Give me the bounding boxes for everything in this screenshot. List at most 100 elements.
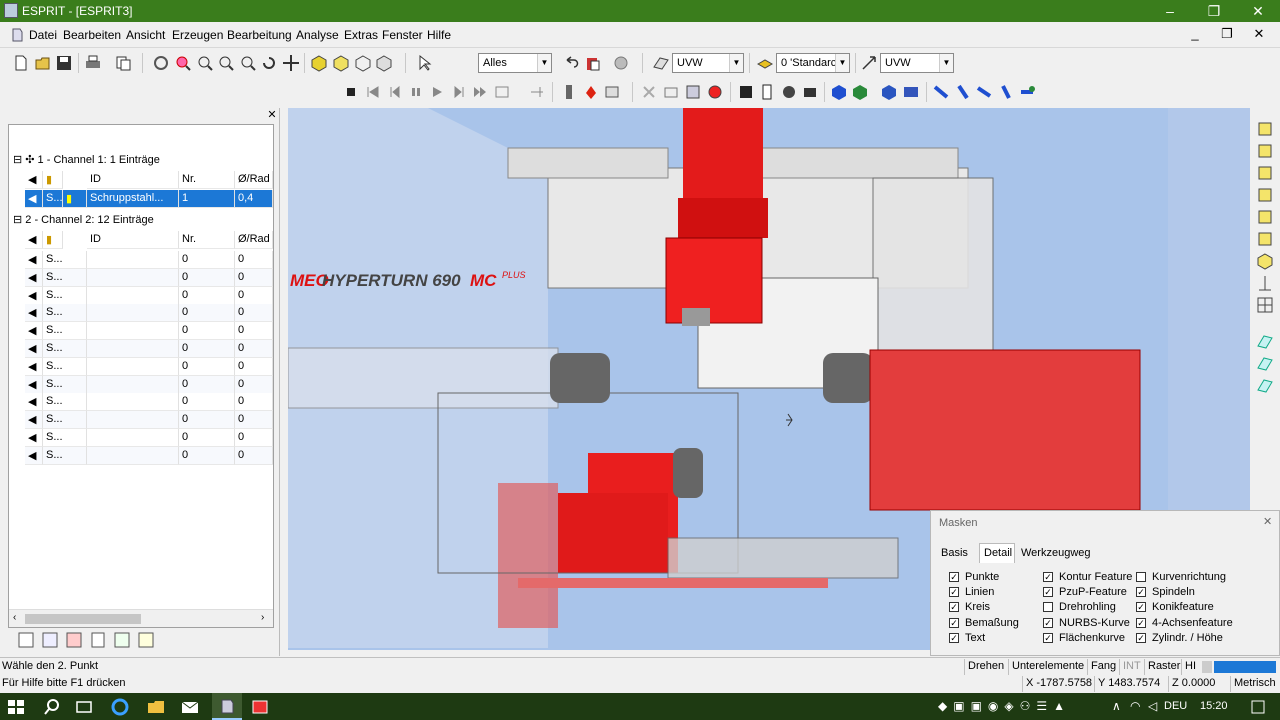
- layer-combo[interactable]: 0 'Standarc ▼: [776, 53, 850, 73]
- checkbox-col3-4[interactable]: ✓: [1136, 632, 1146, 643]
- menu-bearbeiten[interactable]: Bearbeiten: [63, 28, 121, 42]
- red-tool-icon[interactable]: [582, 83, 600, 101]
- checkbox-col2-2[interactable]: [1043, 602, 1053, 613]
- shade-solid-icon[interactable]: [310, 54, 328, 72]
- arrow-op-icon-2[interactable]: [954, 83, 972, 101]
- tool-icon[interactable]: [560, 83, 578, 101]
- tab-tools-icon[interactable]: [42, 632, 58, 648]
- checkbox-col2-1[interactable]: ✓: [1043, 587, 1053, 598]
- tab-werkzeugweg[interactable]: Werkzeugweg: [1021, 547, 1091, 559]
- save-icon[interactable]: [55, 54, 73, 72]
- task-view-icon[interactable]: [74, 697, 94, 717]
- table-row[interactable]: ◀ S... 0 0: [25, 393, 273, 412]
- record-icon[interactable]: [612, 54, 630, 72]
- rotate-view-icon[interactable]: [152, 54, 170, 72]
- sim-step-icon[interactable]: [528, 83, 546, 101]
- zoom-icon[interactable]: [196, 54, 214, 72]
- scroll-thumb[interactable]: [25, 614, 141, 624]
- status-unterelemente[interactable]: Unterelemente: [1008, 659, 1087, 675]
- table-row[interactable]: ◀ S... 0 0: [25, 322, 273, 341]
- blue-cube-icon[interactable]: [830, 83, 848, 101]
- esprit-viewer-icon[interactable]: [250, 697, 270, 717]
- checkbox-col2-4[interactable]: ✓: [1043, 632, 1053, 643]
- refresh-icon[interactable]: [260, 54, 278, 72]
- filter-combo[interactable]: Alles ▼: [478, 53, 552, 73]
- menu-analyse[interactable]: Analyse: [296, 28, 339, 42]
- table-row[interactable]: ◀ S... ▮ Schruppstahl... 1 0,4: [25, 190, 273, 208]
- undo-icon[interactable]: [562, 54, 580, 72]
- workplane-icon[interactable]: [652, 54, 670, 72]
- stop-icon[interactable]: [342, 83, 360, 101]
- grid-icon[interactable]: [1256, 296, 1274, 314]
- menu-fenster[interactable]: Fenster: [382, 28, 423, 42]
- horizontal-scrollbar[interactable]: ‹ ›: [9, 609, 273, 627]
- arrow-op-icon-5[interactable]: [1018, 83, 1036, 101]
- view-back-icon[interactable]: [1256, 230, 1274, 248]
- checkbox-col3-1[interactable]: ✓: [1136, 587, 1146, 598]
- header-nr[interactable]: Nr.: [179, 231, 235, 249]
- view-solid-icon[interactable]: [737, 83, 755, 101]
- step-forward-icon[interactable]: [450, 83, 468, 101]
- shade-icon[interactable]: [332, 54, 350, 72]
- view-outline-icon[interactable]: [758, 83, 776, 101]
- table-row[interactable]: ◀ S... 0 0: [25, 375, 273, 394]
- language-indicator[interactable]: DEU: [1164, 700, 1187, 712]
- blue-part-icon[interactable]: [880, 83, 898, 101]
- channel-1-node[interactable]: ⊟ ✣ 1 - Channel 1: 1 Einträge: [13, 153, 160, 166]
- step-back-icon[interactable]: [386, 83, 404, 101]
- volume-icon[interactable]: ◁: [1148, 699, 1157, 713]
- menu-datei[interactable]: Datei: [29, 28, 57, 42]
- menu-extras[interactable]: Extras: [344, 28, 378, 42]
- fast-forward-end-icon[interactable]: [471, 83, 489, 101]
- mdi-minimize-button[interactable]: _: [1182, 26, 1208, 44]
- status-raster[interactable]: Raster: [1144, 659, 1183, 675]
- table-row[interactable]: ◀ S... 0 0: [25, 251, 273, 269]
- arrow-op-icon-3[interactable]: [975, 83, 993, 101]
- checkbox-col1-4[interactable]: ✓: [949, 632, 959, 643]
- panel-close-icon[interactable]: ✕: [266, 110, 278, 122]
- edge-browser-icon[interactable]: [110, 697, 130, 717]
- table-row[interactable]: ◀ S... 0 0: [25, 357, 273, 376]
- cut-icon[interactable]: [640, 83, 658, 101]
- tab-project-icon[interactable]: [18, 632, 34, 648]
- layer-icon[interactable]: [756, 54, 774, 72]
- table-row[interactable]: ◀ S... 0 0: [25, 268, 273, 287]
- status-fang[interactable]: Fang: [1087, 659, 1119, 675]
- view-section-icon[interactable]: [801, 83, 819, 101]
- wifi-icon[interactable]: ◠: [1130, 699, 1140, 713]
- arrow-op-icon-4[interactable]: [997, 83, 1015, 101]
- copy-icon[interactable]: [114, 54, 132, 72]
- tray-chevron-icon[interactable]: ∧: [1112, 699, 1121, 713]
- notifications-icon[interactable]: [1248, 697, 1268, 717]
- mdi-close-button[interactable]: ✕: [1246, 26, 1272, 44]
- minimize-button[interactable]: –: [1148, 0, 1192, 22]
- header-rad[interactable]: Ø/Rad: [235, 231, 273, 249]
- paste-icon[interactable]: [584, 54, 602, 72]
- view-top-icon[interactable]: [1256, 142, 1274, 160]
- tab-operations-icon[interactable]: [114, 632, 130, 648]
- dialog-close-icon[interactable]: ✕: [1263, 515, 1272, 528]
- uvw-combo-2[interactable]: UVW ▼: [880, 53, 954, 73]
- tab-document-icon[interactable]: [90, 632, 106, 648]
- workplane-zx-icon[interactable]: [1256, 376, 1274, 394]
- file-explorer-icon[interactable]: [146, 697, 166, 717]
- checkbox-col1-0[interactable]: ✓: [949, 572, 959, 582]
- collision-icon[interactable]: [706, 83, 724, 101]
- workplane-xy-icon[interactable]: [1256, 332, 1274, 350]
- arrow-op-icon-1[interactable]: [932, 83, 950, 101]
- table-row[interactable]: ◀ S... 0 0: [25, 304, 273, 323]
- header-id[interactable]: ID: [87, 231, 179, 249]
- checkbox-col2-0[interactable]: ✓: [1043, 572, 1053, 582]
- maximize-button[interactable]: ❐: [1192, 0, 1236, 22]
- scroll-right-icon[interactable]: ›: [261, 612, 264, 623]
- windows-start-icon[interactable]: [6, 697, 26, 717]
- scroll-left-icon[interactable]: ‹: [13, 612, 16, 623]
- tab-grid-icon[interactable]: [66, 632, 82, 648]
- checkbox-col2-3[interactable]: ✓: [1043, 617, 1053, 628]
- table-row[interactable]: ◀ S... 0 0: [25, 429, 273, 447]
- menu-erzeugen[interactable]: Erzeugen: [172, 28, 223, 42]
- view-front-icon[interactable]: [1256, 164, 1274, 182]
- menu-ansicht[interactable]: Ansicht: [126, 28, 165, 42]
- table-row[interactable]: ◀ S... 0 0: [25, 446, 273, 465]
- tab-detail[interactable]: Detail: [979, 543, 1015, 563]
